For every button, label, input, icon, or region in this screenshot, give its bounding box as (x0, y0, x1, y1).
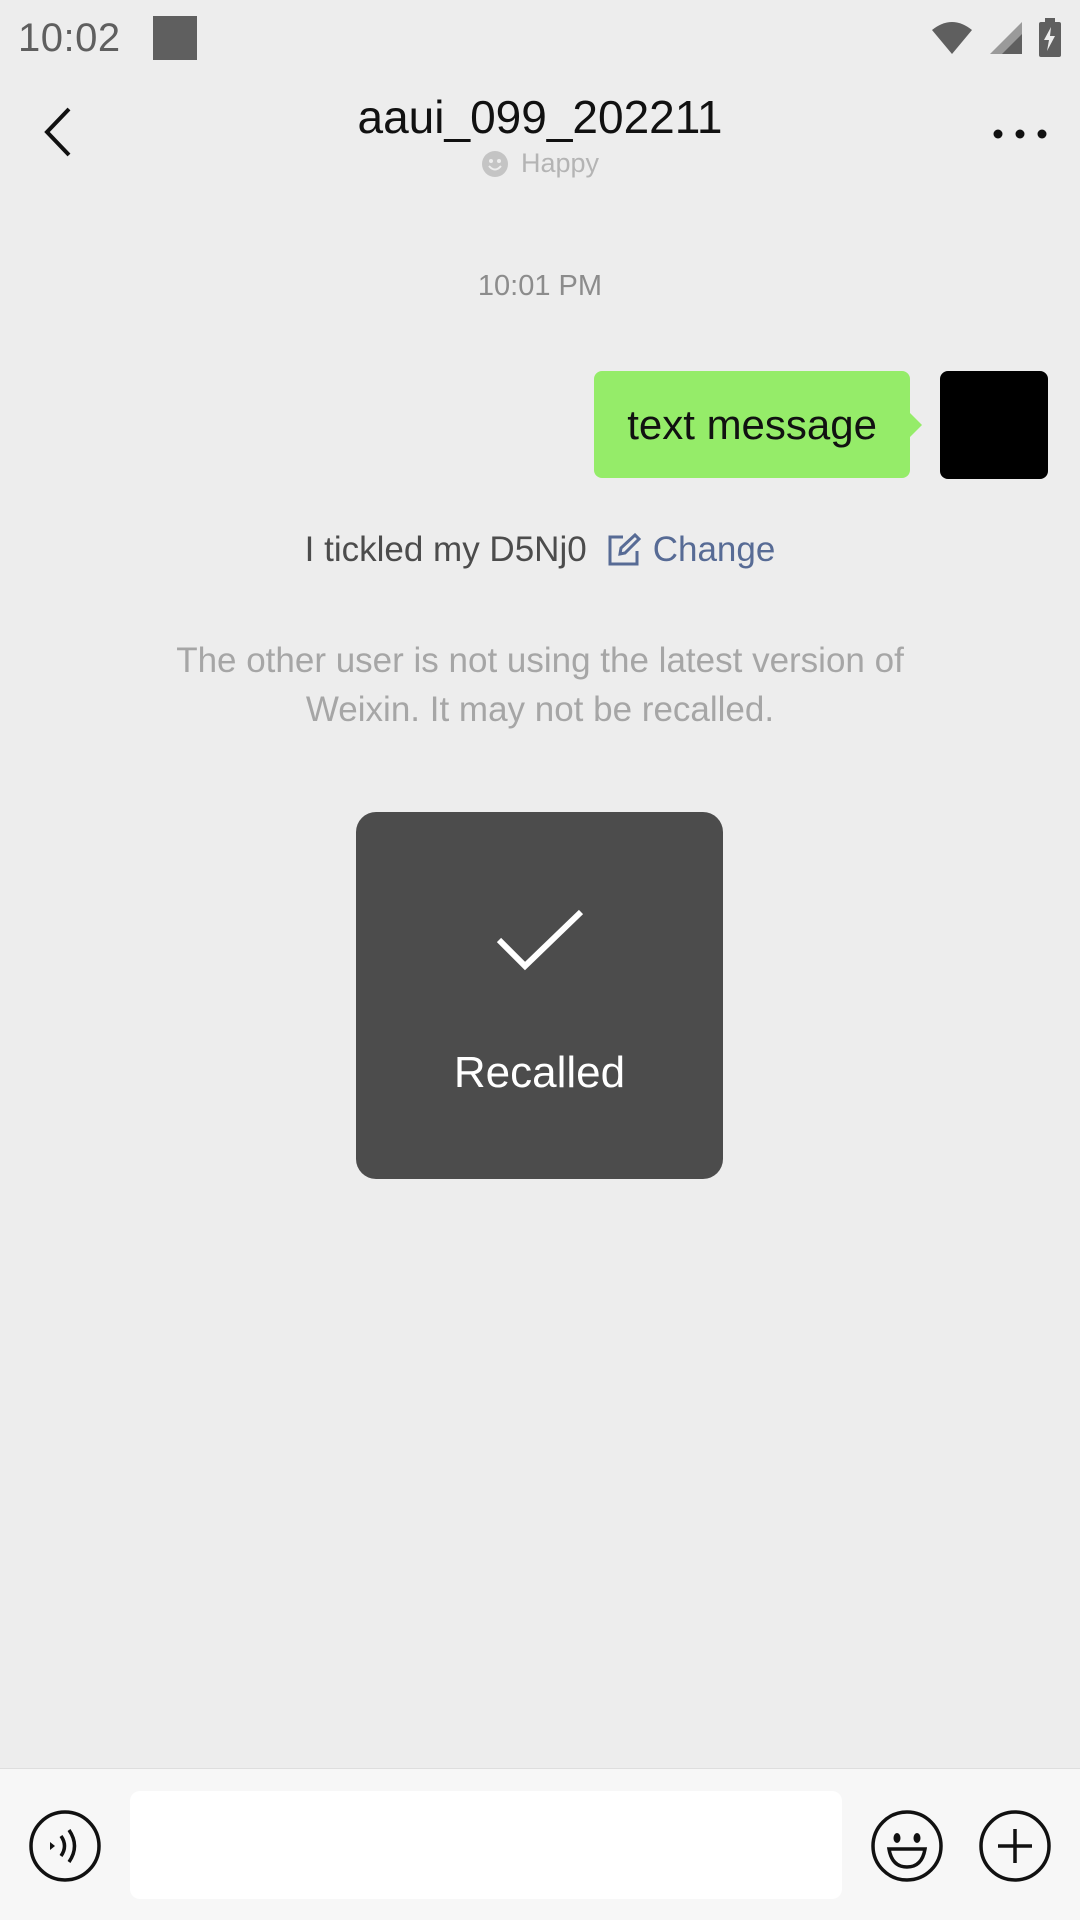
chat-title: aaui_099_202211 (357, 91, 723, 143)
emoji-icon (871, 1810, 943, 1882)
change-tickle-link[interactable]: Change (607, 530, 776, 570)
emoji-button[interactable] (870, 1809, 944, 1883)
recalled-toast: Recalled (356, 812, 723, 1179)
battery-charging-icon (1038, 18, 1062, 58)
contact-status: Happy (0, 148, 1080, 179)
plus-circle-icon (979, 1810, 1051, 1882)
more-button[interactable] (982, 106, 1058, 162)
status-time: 10:02 (18, 15, 121, 60)
status-text: Happy (520, 148, 600, 178)
more-dots-icon (993, 129, 1047, 139)
version-notice: The other user is not using the latest v… (176, 641, 904, 729)
smiley-status-icon (481, 150, 508, 177)
input-bar (0, 1768, 1080, 1920)
edit-icon (608, 533, 641, 566)
more-functions-button[interactable] (978, 1809, 1052, 1883)
change-label: Change (652, 530, 776, 569)
avatar[interactable] (940, 371, 1048, 479)
message-bubble[interactable]: text message (594, 371, 922, 478)
chat-screen: 10:02 aaui_099_202211 Happy 10:01 PM tex… (0, 0, 1080, 1920)
message-timestamp: 10:01 PM (477, 270, 603, 302)
status-icons (930, 18, 1062, 58)
checkmark-icon (496, 909, 583, 971)
tickle-notice: I tickled my D5Nj0 Change (0, 530, 1080, 570)
notification-icon (152, 16, 197, 60)
status-bar: 10:02 (0, 0, 1080, 76)
message-row: text message (594, 371, 1048, 479)
signal-icon (988, 20, 1024, 56)
voice-icon (29, 1810, 101, 1882)
toast-label: Recalled (453, 1048, 626, 1097)
chat-header: aaui_099_202211 Happy (0, 76, 1080, 196)
message-input[interactable] (130, 1791, 842, 1899)
tickle-text: I tickled my D5Nj0 (304, 530, 587, 569)
wifi-icon (930, 20, 974, 56)
voice-button[interactable] (28, 1809, 102, 1883)
